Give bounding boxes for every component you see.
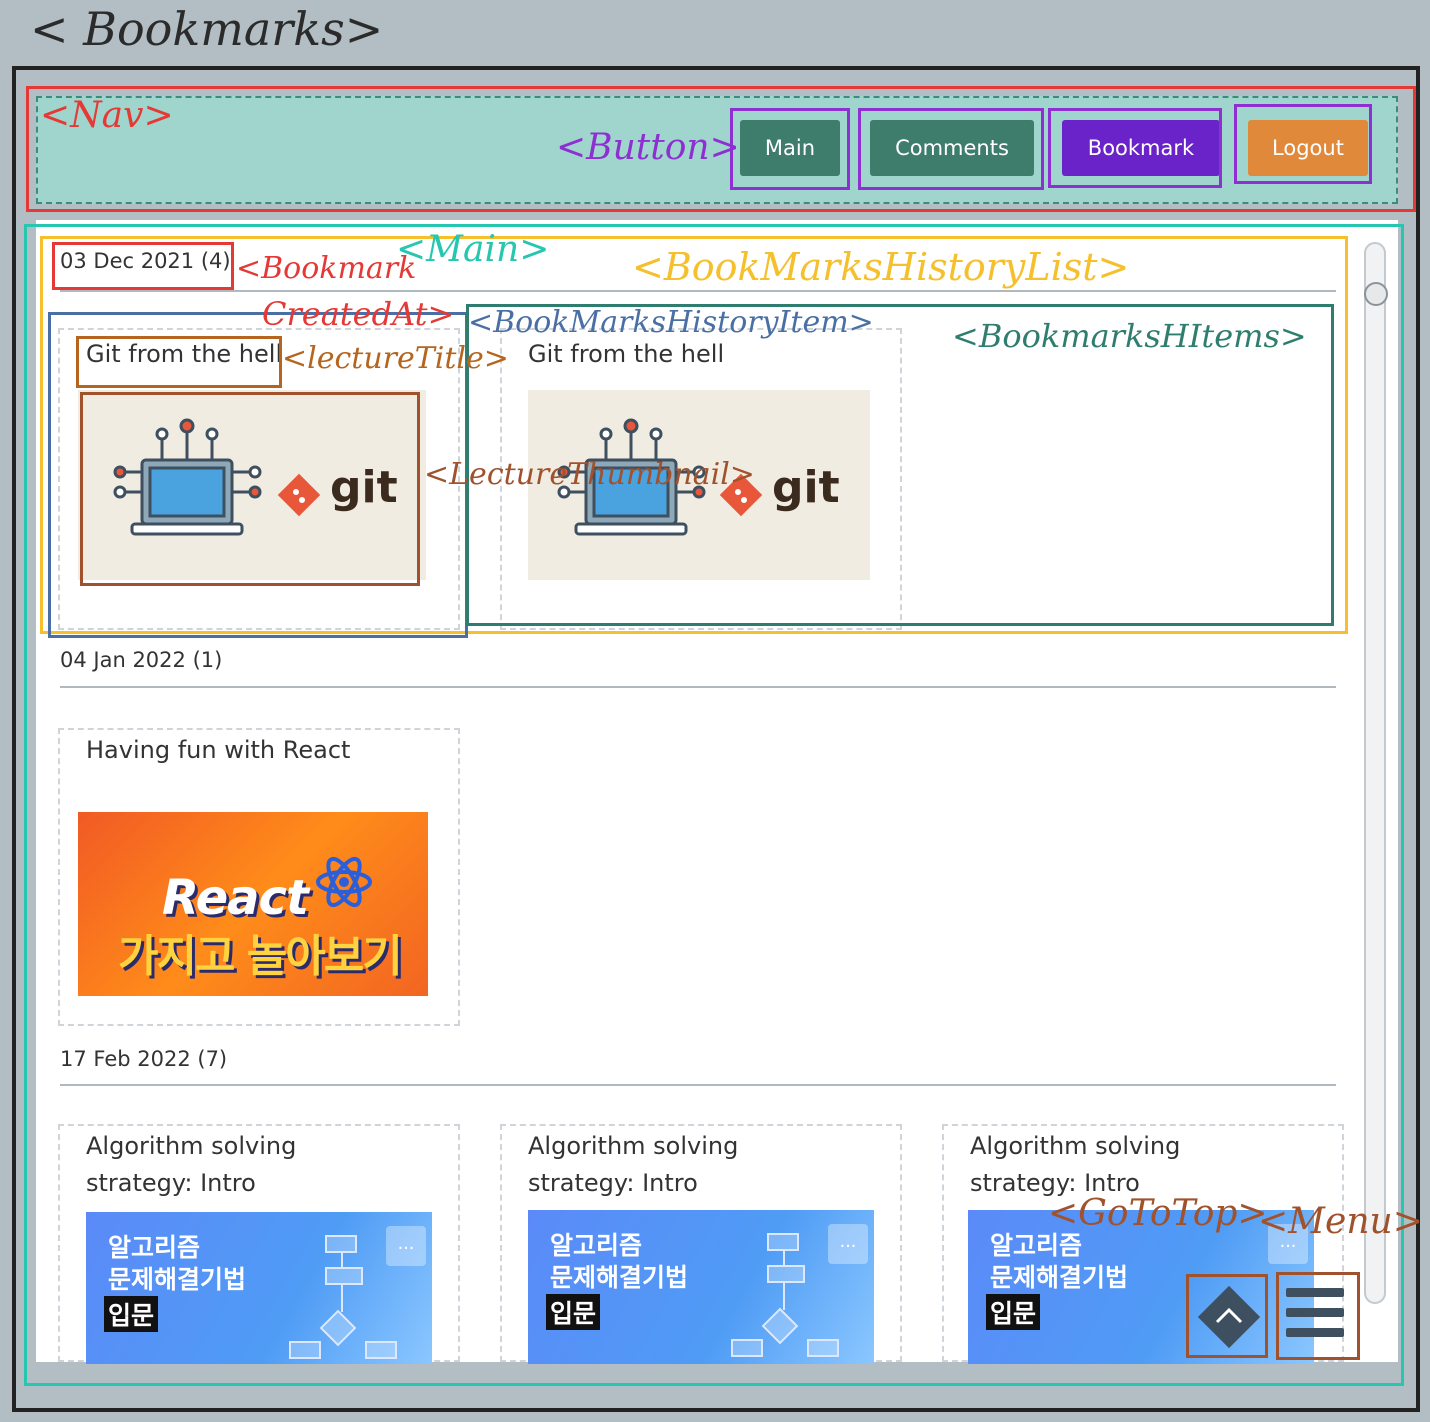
page-title: < Bookmarks>: [30, 2, 384, 56]
nav-annotation: <Nav>: [40, 95, 174, 136]
button-annotation-box: [1048, 108, 1222, 188]
created-at-annotation-box: [52, 242, 234, 290]
created-at-annotation: CreatedAt>: [262, 295, 455, 333]
menu-annotation: <Menu>: [1258, 1201, 1423, 1242]
lecture-title-annotation: <lectureTitle>: [282, 341, 509, 376]
main-annotation: <Main>: [396, 229, 550, 270]
lecture-thumbnail-annotation-box: [80, 392, 420, 586]
lecture-title-annotation-box: [76, 336, 282, 388]
lecture-thumbnail-annotation: <LectureThumbnail>: [424, 457, 755, 492]
button-annotation: <Button>: [556, 127, 740, 168]
button-annotation-box: [858, 108, 1044, 190]
go-to-top-annotation: <GoToTop>: [1048, 1193, 1268, 1234]
history-item-annotation: <BookMarksHistoryItem>: [468, 305, 874, 340]
history-list-annotation: <BookMarksHistoryList>: [632, 245, 1130, 289]
menu-annotation-box: [1276, 1272, 1360, 1360]
history-items-annotation: <BookmarksHItems>: [952, 317, 1307, 355]
button-annotation-box: [730, 108, 850, 190]
bookmark-annotation: <Bookmark: [236, 251, 417, 286]
go-to-top-annotation-box: [1186, 1274, 1268, 1358]
button-annotation-box: [1234, 104, 1372, 184]
